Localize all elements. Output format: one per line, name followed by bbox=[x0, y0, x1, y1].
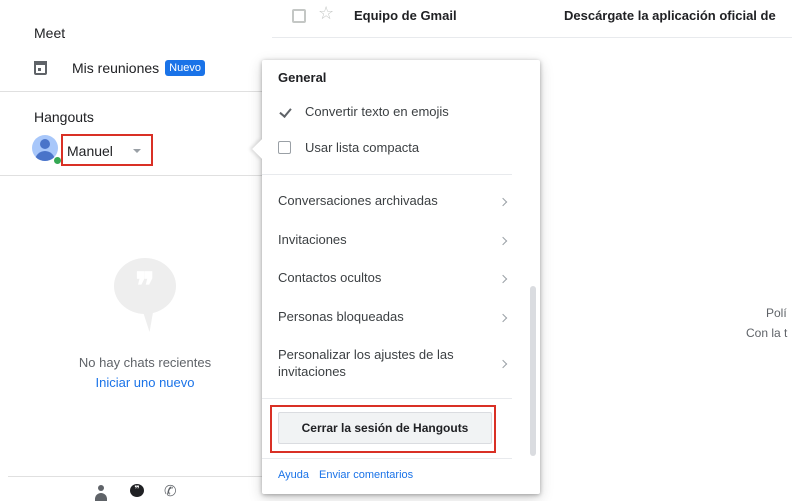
email-row[interactable]: ☆ Equipo de Gmail Descárgate la aplicaci… bbox=[272, 0, 792, 38]
popup-scrollbar-thumb[interactable] bbox=[530, 286, 536, 456]
help-link[interactable]: Ayuda bbox=[278, 469, 309, 481]
user-status-dropdown[interactable]: Manuel bbox=[61, 134, 153, 166]
no-recent-chats-text: No hay chats recientes bbox=[78, 355, 212, 370]
divider bbox=[0, 175, 262, 176]
email-sender: Equipo de Gmail bbox=[354, 8, 457, 23]
menu-item-archived-conversations[interactable]: Conversaciones archivadas bbox=[278, 192, 512, 212]
hangouts-section-title: Hangouts bbox=[34, 109, 94, 125]
hangouts-quote-icon: ❞ bbox=[114, 258, 176, 334]
chevron-right-icon bbox=[498, 274, 508, 284]
hangouts-settings-popup: General Convertir texto en emojis Usar l… bbox=[252, 60, 540, 494]
emoji-option[interactable]: Convertir texto en emojis bbox=[278, 101, 449, 121]
divider bbox=[262, 174, 512, 175]
popup-footer-links: Ayuda Enviar comentarios bbox=[278, 469, 423, 481]
checked-checkbox-icon[interactable] bbox=[278, 105, 291, 118]
divider bbox=[8, 476, 264, 477]
divider bbox=[0, 91, 262, 92]
menu-item-label: Conversaciones archivadas bbox=[278, 193, 438, 208]
new-badge: Nuevo bbox=[165, 60, 205, 76]
sign-out-hangouts-button[interactable]: Cerrar la sesión de Hangouts bbox=[278, 412, 492, 444]
chevron-right-icon bbox=[498, 359, 508, 369]
compact-list-option-label: Usar lista compacta bbox=[305, 139, 420, 155]
menu-item-label: Personalizar los ajustes de las invitaci… bbox=[278, 347, 454, 379]
chevron-right-icon bbox=[498, 236, 508, 246]
email-subject: Descárgate la aplicación oficial de bbox=[564, 8, 776, 23]
chevron-right-icon bbox=[498, 197, 508, 207]
start-new-chat-link[interactable]: Iniciar uno nuevo bbox=[0, 375, 290, 390]
menu-item-label: Contactos ocultos bbox=[278, 270, 382, 285]
divider bbox=[262, 458, 512, 459]
footer-policy-text: Polí bbox=[766, 306, 787, 320]
star-icon[interactable]: ☆ bbox=[318, 4, 334, 22]
general-section-title: General bbox=[278, 70, 327, 85]
hangouts-bottom-tabs: ❞ ✆ bbox=[92, 483, 200, 501]
compact-list-option[interactable]: Usar lista compacta bbox=[278, 137, 419, 157]
calendar-icon bbox=[34, 61, 47, 75]
phone-icon[interactable]: ✆ bbox=[164, 483, 182, 501]
contacts-icon[interactable] bbox=[92, 483, 110, 501]
divider bbox=[262, 398, 512, 399]
menu-item-blocked-people[interactable]: Personas bloqueadas bbox=[278, 308, 512, 328]
my-meetings-label: Mis reuniones bbox=[72, 60, 160, 76]
conversations-icon[interactable]: ❞ bbox=[128, 483, 146, 501]
email-checkbox[interactable] bbox=[292, 9, 306, 23]
hangouts-user-row: Manuel bbox=[32, 134, 154, 166]
my-meetings-link[interactable]: Mis reuniones Nuevo bbox=[34, 57, 205, 79]
unchecked-checkbox-icon[interactable] bbox=[278, 140, 291, 154]
meet-section-title: Meet bbox=[34, 25, 66, 41]
menu-item-label: Invitaciones bbox=[278, 232, 347, 247]
user-name: Manuel bbox=[67, 143, 113, 159]
chevron-right-icon bbox=[498, 313, 508, 323]
menu-item-invitations[interactable]: Invitaciones bbox=[278, 231, 512, 251]
send-feedback-link[interactable]: Enviar comentarios bbox=[319, 469, 413, 481]
caret-down-icon bbox=[133, 149, 141, 153]
menu-item-label: Personas bloqueadas bbox=[278, 309, 404, 324]
menu-item-invitation-settings[interactable]: Personalizar los ajustes de las invitaci… bbox=[278, 346, 512, 382]
footer-terms-text: Con la t bbox=[746, 326, 788, 340]
emoji-option-label: Convertir texto en emojis bbox=[305, 103, 449, 119]
menu-item-hidden-contacts[interactable]: Contactos ocultos bbox=[278, 269, 512, 289]
